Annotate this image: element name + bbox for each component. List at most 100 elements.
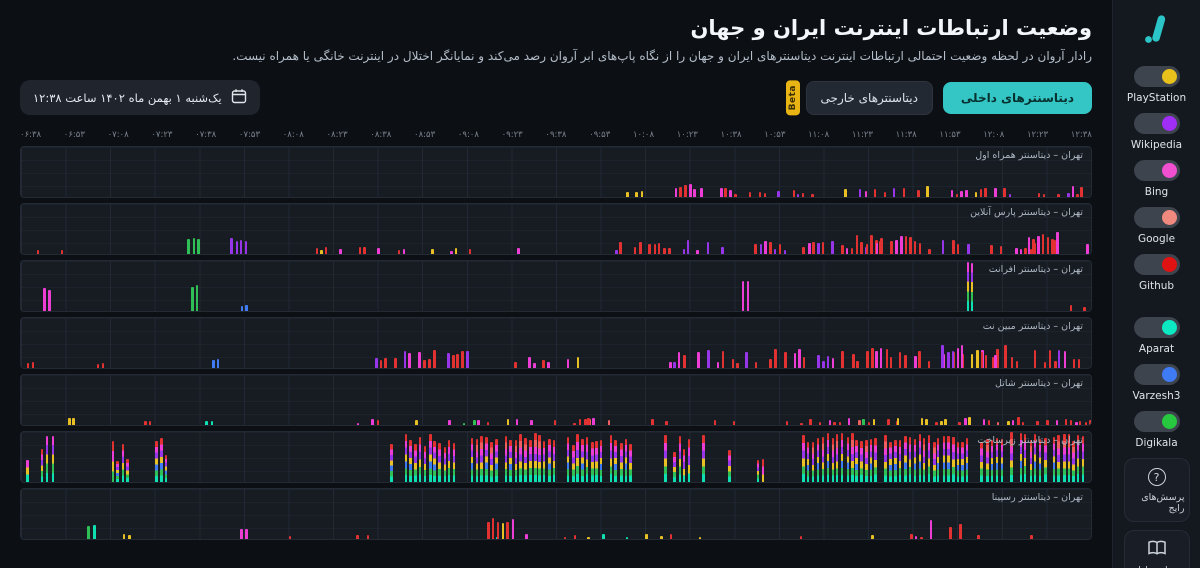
status-bar xyxy=(699,537,702,540)
status-bar xyxy=(363,247,366,255)
status-bar xyxy=(193,238,196,254)
time-tick-label: ۱۱:۵۳ xyxy=(939,130,960,140)
toggle-pill[interactable] xyxy=(1134,364,1180,385)
status-bar xyxy=(670,534,673,540)
toggle-knob xyxy=(1162,210,1177,225)
status-bar xyxy=(928,249,931,254)
status-bar xyxy=(477,420,480,426)
arvan-radar-logo-icon[interactable] xyxy=(1140,12,1174,50)
service-toggle-github[interactable]: Github xyxy=(1127,254,1186,292)
status-bar xyxy=(990,245,993,254)
status-bar xyxy=(952,351,955,369)
service-toggle-aparat[interactable]: Aparat xyxy=(1133,317,1181,355)
toggle-pill[interactable] xyxy=(1134,317,1180,338)
status-bar xyxy=(809,419,812,425)
toggle-pill[interactable] xyxy=(1134,207,1180,228)
status-bar xyxy=(212,360,215,368)
status-bar xyxy=(720,188,723,198)
toggle-knob xyxy=(1162,116,1177,131)
service-label: PlayStation xyxy=(1127,92,1186,104)
faq-button[interactable]: ? پرسش‌های رایج xyxy=(1124,458,1190,522)
status-bar xyxy=(769,242,772,255)
status-bar xyxy=(859,189,862,197)
status-bar xyxy=(554,420,557,425)
status-bar xyxy=(819,422,822,426)
external-datacenters-button[interactable]: دیتاسنترهای خارجی xyxy=(806,81,933,115)
status-bar xyxy=(1070,420,1073,426)
status-bar xyxy=(749,192,752,198)
status-bar xyxy=(957,442,960,482)
status-bar xyxy=(1078,359,1081,368)
datacenter-row-6[interactable]: تهران – دیتاسنتر رسپینا xyxy=(20,488,1092,540)
service-toggle-digikala[interactable]: Digikala xyxy=(1133,411,1181,449)
status-bar xyxy=(398,250,401,254)
status-bar xyxy=(947,352,950,369)
toggle-pill[interactable] xyxy=(1134,66,1180,87)
toggle-pill[interactable] xyxy=(1134,113,1180,134)
status-bar xyxy=(875,351,878,368)
status-bar xyxy=(958,422,961,426)
status-bar xyxy=(48,290,51,311)
status-bar xyxy=(981,352,984,368)
service-toggle-varzesh3[interactable]: Varzesh3 xyxy=(1133,364,1181,402)
service-toggle-wikipedia[interactable]: Wikipedia xyxy=(1127,113,1186,151)
status-bar xyxy=(1037,236,1040,254)
status-bar xyxy=(1046,420,1049,425)
status-bar xyxy=(668,248,671,255)
status-bar xyxy=(1091,194,1092,198)
time-tick-label: ۱۲:۰۸ xyxy=(983,130,1004,140)
status-bar xyxy=(205,421,208,425)
status-bar xyxy=(893,188,896,198)
toggle-pill[interactable] xyxy=(1134,160,1180,181)
status-bar xyxy=(755,362,758,368)
status-bar xyxy=(847,437,850,482)
status-bar xyxy=(722,351,725,368)
status-bar xyxy=(742,281,745,311)
status-bar xyxy=(971,263,974,312)
status-bar xyxy=(774,349,777,369)
status-bar xyxy=(980,442,983,482)
status-bar xyxy=(438,443,441,482)
internal-datacenters-button[interactable]: دیتاسنترهای داخلی xyxy=(943,82,1092,114)
status-bar xyxy=(512,519,515,539)
status-bar xyxy=(717,362,720,368)
status-bar xyxy=(925,419,928,426)
status-bar xyxy=(384,358,387,368)
status-bar xyxy=(689,184,692,197)
status-bar xyxy=(1012,420,1015,426)
time-tick-label: ۰۹:۰۸ xyxy=(458,130,479,140)
service-toggle-playstation[interactable]: PlayStation xyxy=(1127,66,1186,104)
status-bar xyxy=(149,421,152,425)
status-bar xyxy=(971,354,974,369)
about-radar-button[interactable]: درباره رادار xyxy=(1124,530,1190,568)
status-bar xyxy=(844,189,847,197)
status-bar xyxy=(673,362,676,368)
service-toggle-google[interactable]: Google xyxy=(1127,207,1186,245)
datacenter-row-2[interactable]: تهران – دیتاسنتر افرانت xyxy=(20,260,1092,312)
date-time-chip[interactable]: یک‌شنبه ۱ بهمن ماه ۱۴۰۲ ساعت ۱۲:۳۸ xyxy=(20,80,260,115)
status-bar xyxy=(858,420,861,426)
status-bar xyxy=(525,534,528,539)
time-tick-label: ۰۷:۵۳ xyxy=(239,130,260,140)
status-bar xyxy=(693,189,696,197)
app-window: PlayStation Wikipedia Bing Google Github Apa… xyxy=(0,0,1200,568)
status-bar xyxy=(899,352,902,369)
beta-badge: Beta xyxy=(786,80,800,115)
status-bar xyxy=(895,240,898,254)
status-bar xyxy=(865,191,868,197)
toggle-pill[interactable] xyxy=(1134,254,1180,275)
status-bar xyxy=(985,355,988,368)
datacenter-row-3[interactable]: تهران – دیتاسنتر مبین نت xyxy=(20,317,1092,369)
status-bar xyxy=(665,421,668,425)
datacenter-row-0[interactable]: تهران – دیتاسنتر همراه اول xyxy=(20,146,1092,198)
status-bar xyxy=(403,249,406,254)
datacenter-row-1[interactable]: تهران – دیتاسنتر پارس آنلاین xyxy=(20,203,1092,255)
status-bar xyxy=(697,352,700,368)
datacenter-row-4[interactable]: تهران – دیتاسنتر شاتل xyxy=(20,374,1092,426)
service-toggle-bing[interactable]: Bing xyxy=(1127,160,1186,198)
status-bar xyxy=(880,348,883,368)
datacenter-row-5[interactable]: تهران – دیتاسنتر زیرساخت xyxy=(20,431,1092,483)
status-bar xyxy=(414,444,417,483)
service-label: Wikipedia xyxy=(1131,139,1182,151)
toggle-pill[interactable] xyxy=(1134,411,1180,432)
